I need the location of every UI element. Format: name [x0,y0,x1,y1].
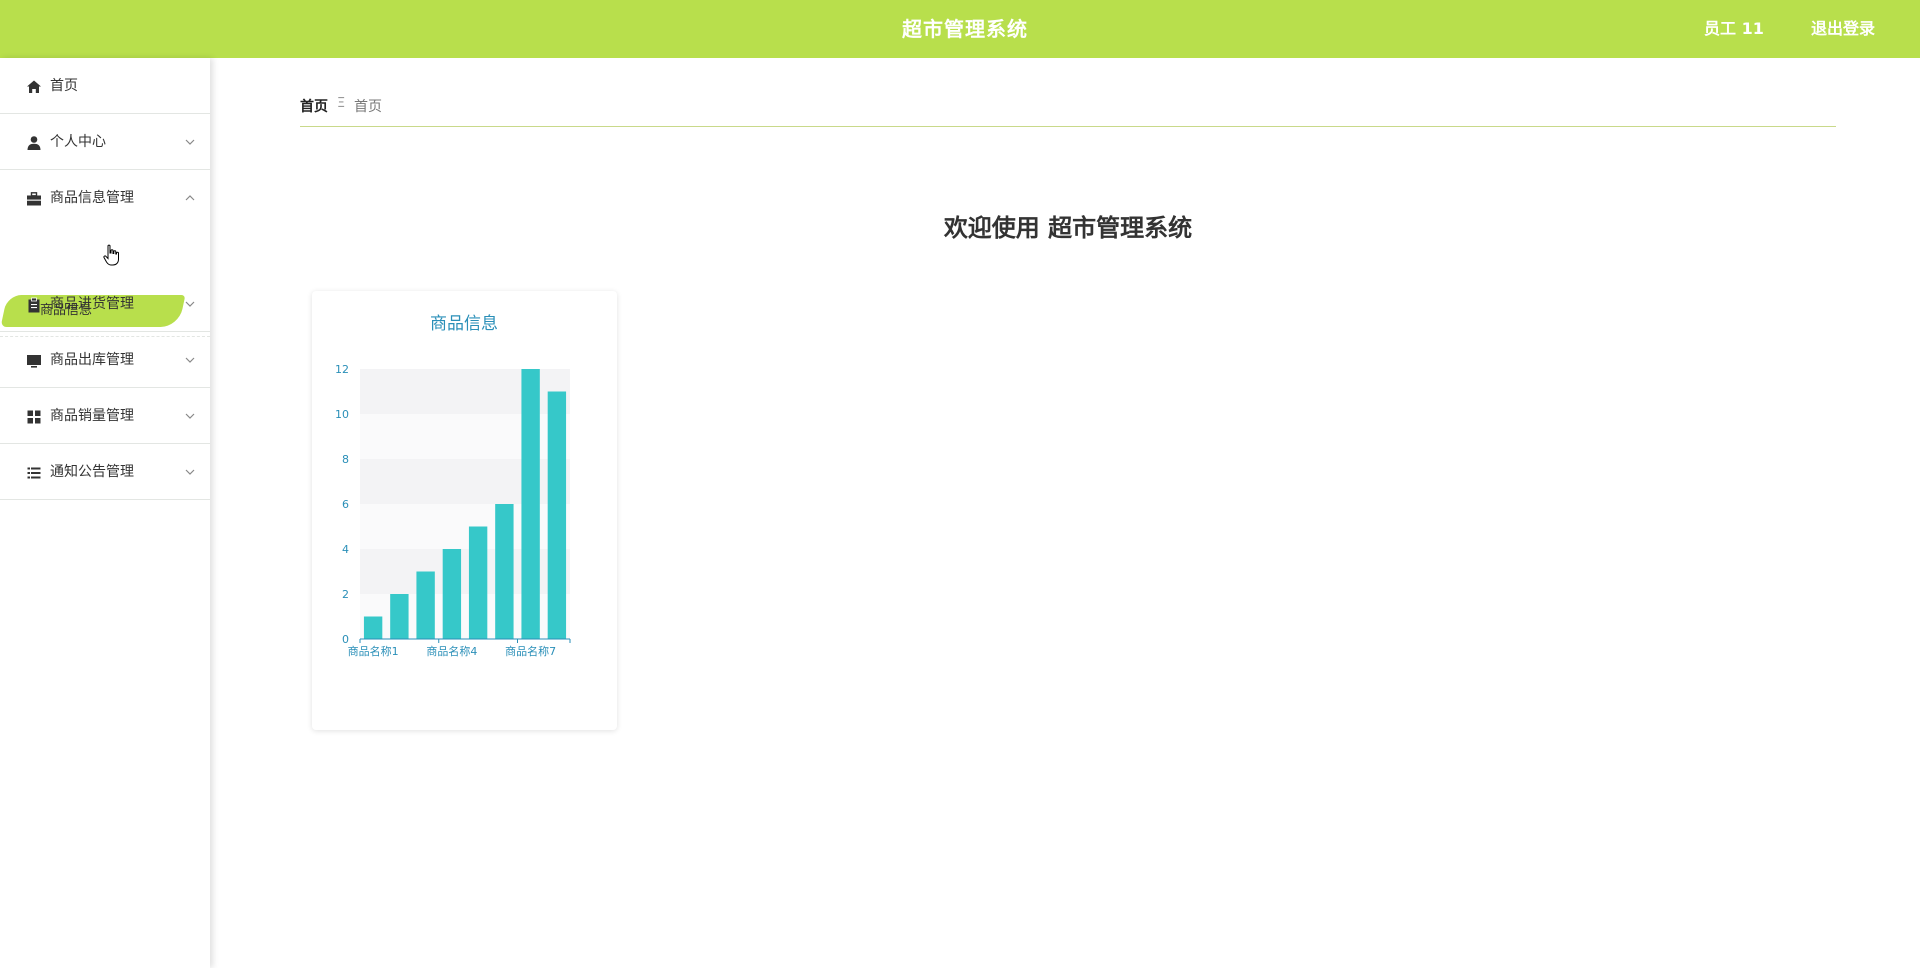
sidebar-item-label: 商品信息管理 [50,190,134,206]
y-tick-label: 2 [342,588,349,601]
chevron-down-icon [185,357,195,363]
app-title: 超市管理系统 [902,17,1028,41]
x-tick-label: 商品名称1 [348,644,399,658]
y-tick-label: 4 [342,543,349,556]
chevron-down-icon [185,301,195,307]
x-tick-label: 商品名称7 [505,644,556,658]
sidebar-item-label: 通知公告管理 [50,464,134,480]
sidebar-item-notice-management[interactable]: 通知公告管理 [0,444,210,500]
chevron-down-icon [185,139,195,145]
sidebar-item-purchase-management[interactable]: 商品进货管理 [0,276,210,332]
y-tick-label: 10 [335,408,349,421]
bar [442,549,462,639]
sidebar: 首页 个人中心 商品信息管理 商品信息 商品进货管理 商品出库管理 商品销量管理 [0,58,210,968]
y-tick-label: 8 [342,453,349,466]
sidebar-item-outbound-management[interactable]: 商品出库管理 [0,332,210,388]
bar [547,391,567,639]
sidebar-item-label: 商品进货管理 [50,296,134,312]
bar [521,369,540,639]
chevron-down-icon [185,413,195,419]
logout-button[interactable]: 退出登录 [1811,0,1875,58]
bar [495,504,514,639]
welcome-title: 欢迎使用 超市管理系统 [943,214,1193,242]
sidebar-item-label: 首页 [50,78,78,94]
sidebar-item-label: 商品出库管理 [50,352,134,368]
breadcrumb-home-link[interactable]: 首页 [300,96,328,116]
chart-title: 商品信息 [430,314,498,334]
user-icon [27,136,41,150]
sidebar-item-product-info-management[interactable]: 商品信息管理 [0,170,210,225]
chart-card: 商品信息 0 2 4 6 8 10 12 商品名称1 商品名称4 商品名称7 [312,291,617,730]
chevron-up-icon [185,195,195,201]
bar [468,526,488,639]
sidebar-item-sales-management[interactable]: 商品销量管理 [0,388,210,444]
grid-icon [27,410,41,424]
home-icon [27,80,41,93]
sidebar-item-personal-center[interactable]: 个人中心 [0,114,210,170]
bar [390,594,409,639]
top-bar: 超市管理系统 员工 11 退出登录 [0,0,1920,58]
sidebar-item-label: 商品销量管理 [50,408,134,424]
monitor-icon [27,355,41,368]
chevron-down-icon [185,469,195,475]
y-tick-label: 6 [342,498,349,511]
clipboard-icon [28,297,40,313]
y-tick-label: 12 [335,363,349,376]
bar [416,571,435,639]
user-name[interactable]: 员工 11 [1704,0,1764,58]
hand-pointer-icon [103,244,119,266]
bar [363,616,383,639]
list-icon [27,467,41,479]
breadcrumb-current: 首页 [354,99,382,115]
briefcase-icon [27,192,41,206]
breadcrumb-divider [300,126,1836,127]
sidebar-item-label: 个人中心 [50,134,106,150]
sidebar-item-home[interactable]: 首页 [0,58,210,114]
x-tick-label: 商品名称4 [426,644,477,658]
bar-chart: 商品信息024681012商品名称1 商品名称4 商品名称7 [335,314,571,658]
breadcrumb-separator-icon: Ξ [337,96,346,111]
